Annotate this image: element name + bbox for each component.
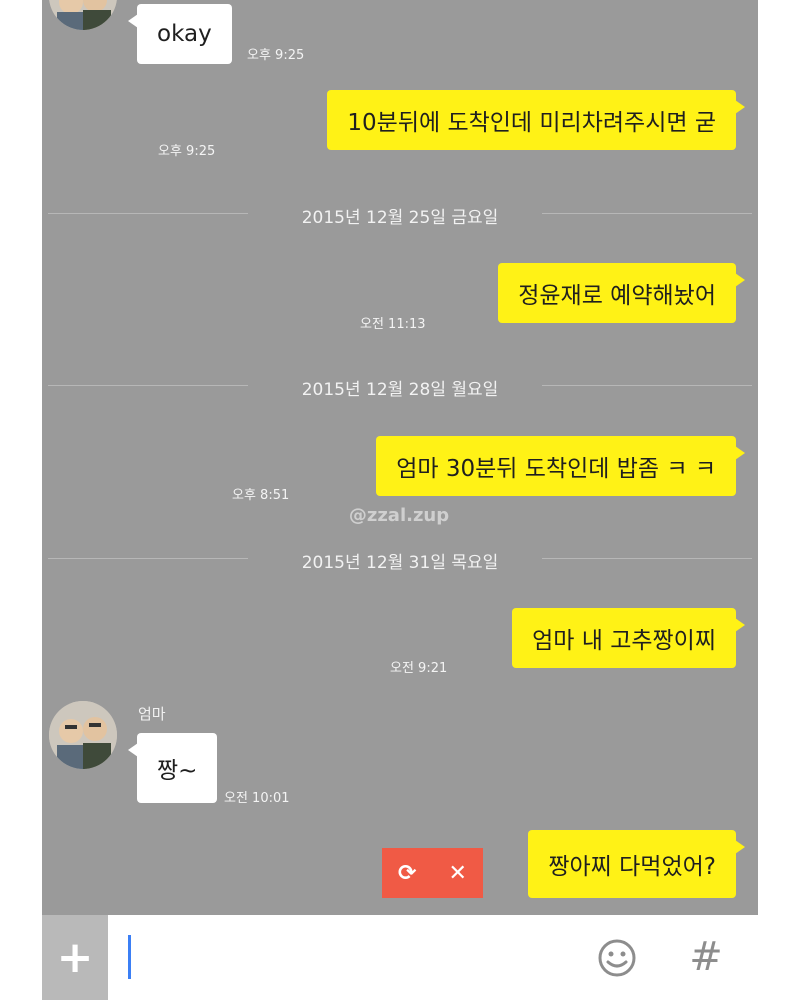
chat-app: okay 오후 9:25 10분뒤에 도착인데 미리차려주시면 굳 오후 9:2… [42, 0, 758, 1000]
message-bubble[interactable]: 정윤재로 예약해놨어 [498, 263, 745, 323]
message-text: 정윤재로 예약해놨어 [518, 283, 716, 309]
message-text: 짱아찌 다먹었어? [548, 854, 716, 880]
message-time: 오후 9:25 [247, 48, 305, 63]
message-time: 오전 9:21 [390, 661, 448, 676]
message-time: 오전 11:13 [360, 317, 426, 332]
watermark: @zzal.zup [348, 505, 450, 526]
close-icon[interactable]: ✕ [433, 848, 484, 898]
chat-area[interactable]: okay 오후 9:25 10분뒤에 도착인데 미리차려주시면 굳 오후 9:2… [42, 0, 758, 915]
avatar-photo [49, 0, 117, 30]
message-text: 엄마 내 고추짱이찌 [532, 628, 716, 654]
avatar-photo [49, 701, 117, 769]
hashtag-button[interactable]: # [684, 932, 728, 982]
date-label: 2015년 12월 25일 금요일 [301, 208, 499, 228]
message-bubble[interactable]: 짱아찌 다먹었어? [528, 830, 745, 898]
message-text: 10분뒤에 도착인데 미리차려주시면 굳 [347, 110, 716, 136]
message-text: 엄마 30분뒤 도착인데 밥좀 ㅋ ㅋ [396, 456, 716, 482]
date-separator: 2015년 12월 28일 월요일 [42, 372, 758, 400]
date-separator: 2015년 12월 31일 목요일 [42, 545, 758, 573]
avatar[interactable] [49, 0, 117, 30]
message-bubble[interactable]: 짱~ [127, 733, 218, 803]
avatar[interactable] [49, 701, 117, 769]
failed-message-actions: ⟳ ✕ [382, 848, 483, 898]
retry-icon[interactable]: ⟳ [382, 848, 433, 898]
message-time: 오후 9:25 [158, 144, 216, 159]
message-bubble[interactable]: okay [128, 4, 232, 64]
message-time: 오전 10:01 [224, 791, 290, 806]
add-button[interactable]: + [42, 915, 108, 1000]
message-input[interactable] [128, 935, 131, 979]
smiley-icon[interactable] [597, 938, 637, 978]
date-label: 2015년 12월 28일 월요일 [301, 380, 499, 400]
message-bubble[interactable]: 10분뒤에 도착인데 미리차려주시면 굳 [327, 90, 745, 150]
message-bubble[interactable]: 엄마 30분뒤 도착인데 밥좀 ㅋ ㅋ [376, 436, 745, 496]
message-text: okay [157, 21, 212, 47]
sender-name: 엄마 [138, 705, 166, 723]
message-bubble[interactable]: 엄마 내 고추짱이찌 [512, 608, 745, 668]
date-label: 2015년 12월 31일 목요일 [301, 553, 499, 573]
message-text: 짱~ [157, 758, 198, 784]
message-time: 오후 8:51 [232, 488, 290, 503]
input-bar: + # [42, 915, 758, 1000]
date-separator: 2015년 12월 25일 금요일 [42, 200, 758, 228]
